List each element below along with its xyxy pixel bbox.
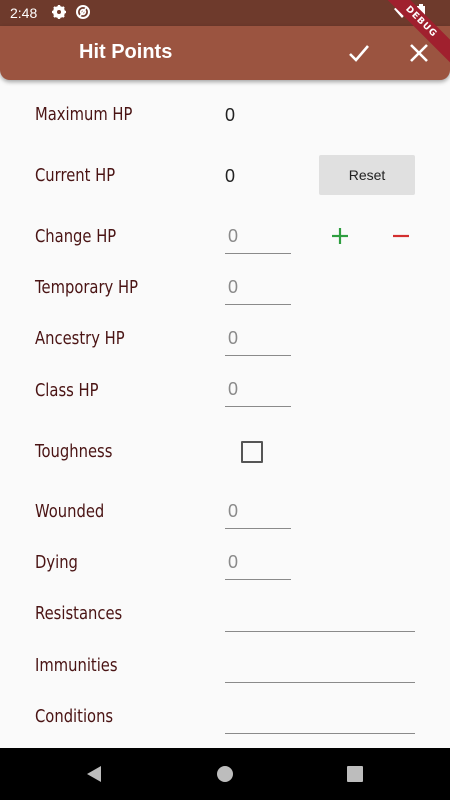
wounded-placeholder: 0 xyxy=(228,501,239,521)
toughness-checkbox[interactable] xyxy=(241,441,263,463)
back-icon[interactable] xyxy=(85,764,103,788)
class-hp-label: Class HP xyxy=(35,380,99,401)
temporary-hp-input[interactable]: 0 xyxy=(225,269,291,305)
debug-banner-container: DEBUG xyxy=(370,0,450,80)
change-hp-placeholder: 0 xyxy=(228,226,239,246)
wounded-label: Wounded xyxy=(35,501,105,522)
at-sign-icon xyxy=(75,4,91,23)
class-hp-input[interactable]: 0 xyxy=(225,371,291,407)
conditions-label: Conditions xyxy=(35,706,114,727)
change-hp-input[interactable]: 0 xyxy=(225,218,291,254)
system-nav-bar xyxy=(0,748,450,800)
ancestry-hp-placeholder: 0 xyxy=(228,328,239,348)
resistances-input[interactable] xyxy=(225,596,415,632)
toughness-label: Toughness xyxy=(35,441,113,462)
class-hp-placeholder: 0 xyxy=(228,379,239,399)
conditions-input[interactable] xyxy=(225,698,415,734)
current-hp-label: Current HP xyxy=(35,165,116,186)
page-title: Hit Points xyxy=(79,41,173,63)
dying-label: Dying xyxy=(35,552,78,573)
temporary-hp-placeholder: 0 xyxy=(228,277,239,297)
change-hp-label: Change HP xyxy=(35,226,117,247)
immunities-label: Immunities xyxy=(35,655,118,676)
current-hp-value: 0 xyxy=(225,166,236,186)
plus-icon[interactable] xyxy=(326,222,354,250)
ancestry-hp-label: Ancestry HP xyxy=(35,328,125,349)
check-icon[interactable] xyxy=(345,39,373,67)
ancestry-hp-input[interactable]: 0 xyxy=(225,320,291,356)
immunities-input[interactable] xyxy=(225,647,415,683)
recents-icon[interactable] xyxy=(346,764,364,788)
home-icon[interactable] xyxy=(216,764,234,788)
gear-icon xyxy=(51,4,67,23)
dying-input[interactable]: 0 xyxy=(225,544,291,580)
minus-icon[interactable] xyxy=(387,222,415,250)
status-time: 2:48 xyxy=(10,5,38,21)
dying-placeholder: 0 xyxy=(228,552,239,572)
reset-button[interactable]: Reset xyxy=(319,155,415,195)
wounded-input[interactable]: 0 xyxy=(225,493,291,529)
debug-banner: DEBUG xyxy=(376,0,450,67)
resistances-label: Resistances xyxy=(35,603,123,624)
maximum-hp-value: 0 xyxy=(225,105,236,125)
maximum-hp-label: Maximum HP xyxy=(35,104,133,125)
temporary-hp-label: Temporary HP xyxy=(35,277,138,298)
